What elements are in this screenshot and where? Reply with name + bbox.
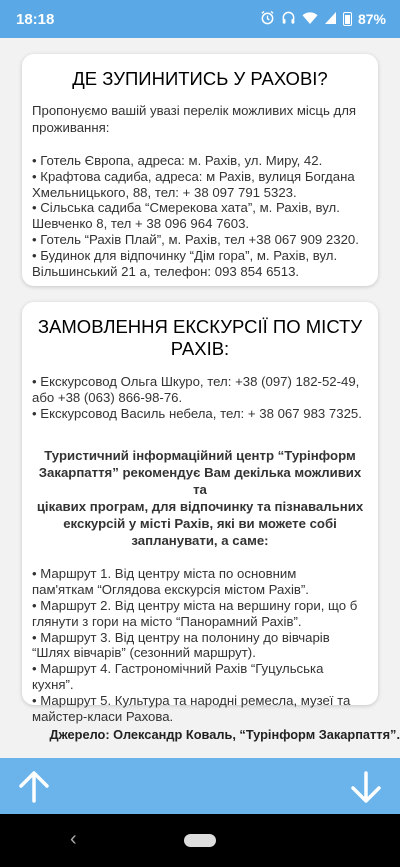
arrow-up-icon [19,771,49,803]
bottom-nav-bar [0,758,400,814]
source-credit: Джерело: Олександр Коваль, “Турінформ За… [49,727,400,742]
list-item: • Готель Європа, адреса: м. Рахів, ул. М… [32,153,323,168]
list-item: • Будинок для відпочинку “Дім гора”, м. … [32,247,338,263]
content-area[interactable]: ДЕ ЗУПИНИТИСЬ У РАХОВІ? Пропонуємо вашій… [0,38,400,758]
scroll-up-button[interactable] [14,768,54,806]
excursion-title-line: РАХІВ: [170,338,230,359]
scroll-down-button[interactable] [346,768,386,806]
list-item: глянути з гори на місто “Панорамний Рахі… [32,613,302,629]
list-item: Шевченко 8, тел + 38 096 964 7603. [32,216,250,232]
arrow-down-icon [351,771,381,803]
accommodation-intro: Пропонуємо вашій увазі перелік можливих … [32,103,357,135]
list-item: • Сільська садиба “Смерекова хата”, м. Р… [32,200,340,216]
excursion-card: ЗАМОВЛЕННЯ ЕКСКУРСІЇ ПО МІСТУ РАХІВ: • Е… [22,302,378,724]
accommodation-list: • Готель Європа, адреса: м. Рахів, ул. М… [32,153,368,279]
battery-percent: 87% [357,11,386,27]
list-item: або +38 (063) 866-98-76. [32,389,183,405]
status-time: 18:18 [16,10,55,28]
wifi-icon [302,11,318,28]
guides-list: • Екскурсовод Ольга Шкуро, тел: +38 (097… [32,374,368,421]
list-item: • Екскурсовод Василь небела, тел: + 38 0… [32,405,362,421]
signal-icon [324,11,337,28]
tourist-info-text: Туристичний інформаційний центр “Турінфо… [32,447,368,549]
back-icon[interactable]: ‹ [70,828,77,851]
system-nav-bar: ‹ [0,814,400,867]
info-line: запланувати, а саме: [131,533,269,549]
accommodation-card: ДЕ ЗУПИНИТИСЬ У РАХОВІ? Пропонуємо вашій… [22,54,378,286]
home-pill[interactable] [184,834,216,847]
routes-list: • Маршрут 1. Від центру міста по основни… [32,566,368,724]
list-item: • Готель “Рахів Плай”, м. Рахів, тел +38… [32,231,359,247]
info-line: Туристичний інформаційний центр “Турінфо… [44,448,356,464]
headphones-icon [281,10,296,28]
status-bar: 18:18 87% [0,0,400,38]
info-line: екскурсій у місті Рахів, які ви можете с… [63,516,337,532]
excursion-title: ЗАМОВЛЕННЯ ЕКСКУРСІЇ ПО МІСТУ РАХІВ: [32,316,368,360]
info-line: Закарпаття” рекомендує Вам декілька можл… [38,465,362,498]
list-item: Хмельницького, 88, тел: + 38 097 791 532… [32,184,297,200]
list-item: • Маршрут 1. Від центру міста по основни… [32,566,297,582]
info-line: цікавих програм, для відпочинку та пізна… [36,499,364,515]
list-item: • Маршрут 3. Від центру на полонину до в… [32,629,330,645]
excursion-title-line: ЗАМОВЛЕННЯ ЕКСКУРСІЇ ПО МІСТУ [37,316,363,337]
list-item: • Маршрут 5. Культура та народні ремесла… [32,692,351,708]
list-item: Вільшинський 21 а, телефон: 093 854 6513… [32,263,300,279]
alarm-icon [260,10,275,28]
list-item: • Маршрут 4. Гастрономічний Рахів “Гуцул… [32,661,324,677]
list-item: • Крафтова садиба, адреса: м Рахів, вули… [32,168,355,184]
accommodation-title: ДЕ ЗУПИНИТИСЬ У РАХОВІ? [72,68,328,89]
list-item: кухня”. [32,676,74,692]
status-icons: 87% [260,10,386,28]
list-item: “Шлях вівчарів” (сезонний маршрут). [32,645,256,661]
list-item: • Маршрут 2. Від центру міста на вершину… [32,597,358,613]
battery-icon [342,12,352,26]
list-item: майстер-класи Рахова. [32,708,174,724]
list-item: • Екскурсовод Ольга Шкуро, тел: +38 (097… [32,374,360,389]
list-item: пам'яткам “Оглядова екскурсія містом Рах… [32,582,309,598]
